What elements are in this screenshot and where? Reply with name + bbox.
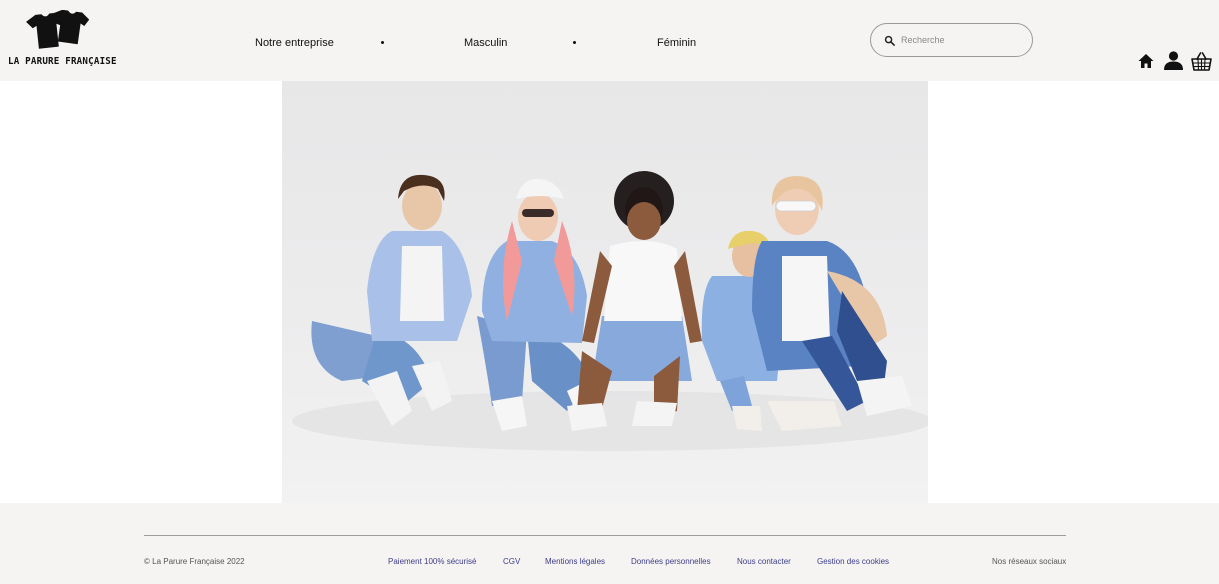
copyright: © La Parure Française 2022	[144, 557, 245, 566]
nav-feminin[interactable]: Féminin	[657, 37, 696, 49]
nav-separator	[381, 41, 384, 44]
search-input[interactable]	[901, 32, 1021, 48]
site-footer: © La Parure Française 2022 Paiement 100%…	[0, 503, 1219, 584]
search-box[interactable]	[870, 23, 1033, 57]
search-icon	[884, 35, 895, 46]
person-1	[311, 174, 472, 426]
footer-link-paiement[interactable]: Paiement 100% sécurisé	[388, 557, 477, 566]
user-icon[interactable]	[1163, 51, 1184, 70]
site-header: LA PARURE FRANÇAISE Notre entreprise Mas…	[0, 0, 1219, 81]
hero-image	[282, 81, 928, 503]
home-icon[interactable]	[1138, 53, 1154, 69]
tshirts-icon	[26, 10, 89, 49]
brand-logo[interactable]: LA PARURE FRANÇAISE	[8, 10, 117, 72]
brand-name: LA PARURE FRANÇAISE	[8, 56, 117, 67]
footer-divider	[144, 535, 1066, 536]
nav-notre-entreprise[interactable]: Notre entreprise	[255, 37, 334, 49]
nav-separator	[573, 41, 576, 44]
basket-icon[interactable]	[1191, 51, 1212, 71]
hero-photo-illustration	[292, 171, 928, 451]
footer-link-cgv[interactable]: CGV	[503, 557, 520, 566]
footer-link-donnees-personnelles[interactable]: Données personnelles	[631, 557, 711, 566]
footer-link-nous-contacter[interactable]: Nous contacter	[737, 557, 791, 566]
nav-masculin[interactable]: Masculin	[464, 37, 507, 49]
footer-link-gestion-cookies[interactable]: Gestion des cookies	[817, 557, 889, 566]
footer-link-mentions-legales[interactable]: Mentions légales	[545, 557, 605, 566]
footer-social-link[interactable]: Nos réseaux sociaux	[992, 557, 1066, 566]
